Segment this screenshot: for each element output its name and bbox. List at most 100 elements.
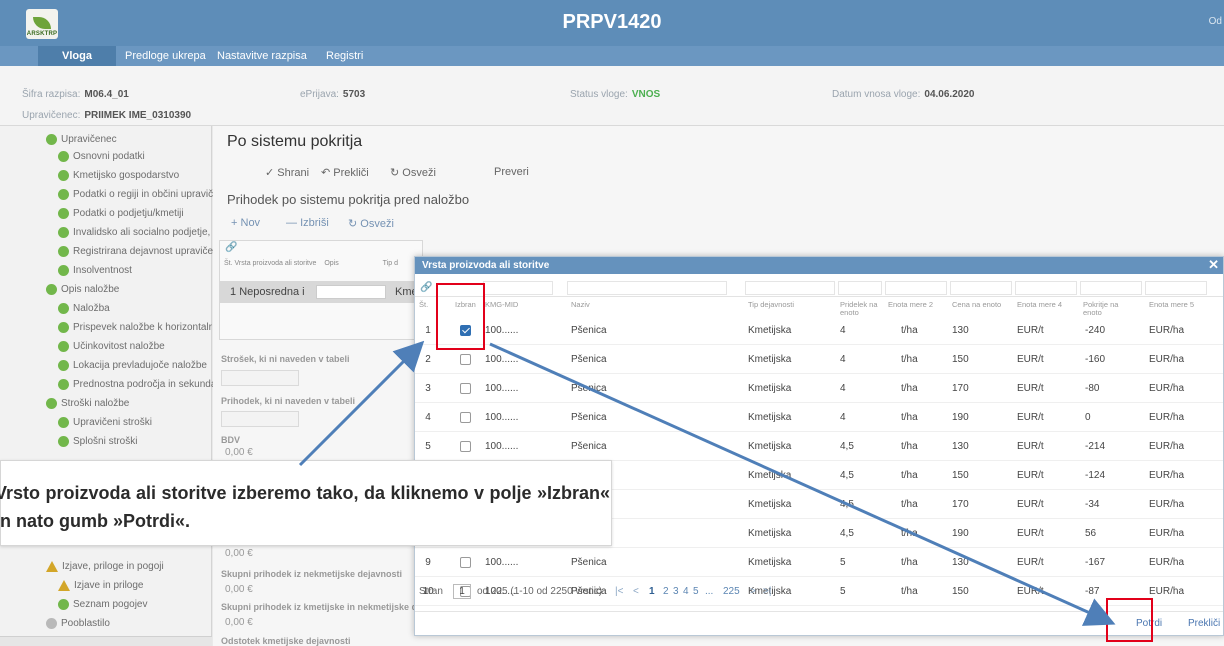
filter-enota2-input[interactable] (885, 281, 947, 295)
close-icon[interactable]: ✕ (1208, 257, 1219, 273)
col-header-enota4[interactable]: Enota mere 4 (1017, 301, 1062, 309)
page-link-3[interactable]: 3 (673, 586, 679, 597)
grid-opis-field[interactable] (316, 285, 386, 299)
check-icon: ✓ (265, 167, 275, 179)
skupni-kmet-label: Skupni prihodek iz kmetijske in nekmetij… (221, 602, 418, 612)
header-user-link[interactable]: Od (1209, 16, 1222, 27)
col-header-enota2[interactable]: Enota mere 2 (888, 301, 933, 309)
col-header-cena[interactable]: Cena na enoto (952, 301, 1001, 309)
tab-nastavitve-razpisa[interactable]: Nastavitve razpisa (207, 46, 317, 66)
page-input[interactable]: 1 (453, 584, 471, 599)
table-row[interactable]: 2 100...... Pšenica Kmetijska 4 t/ha 150 EUR/t -… (415, 346, 1223, 374)
col-header-tip[interactable]: Tip dejavnosti (748, 301, 794, 309)
sidebar-item-pooblastilo[interactable]: Pooblastilo (46, 618, 110, 629)
sidebar-item-insolventnost[interactable]: Insolventnost (58, 265, 132, 276)
strosek-input[interactable] (221, 370, 299, 386)
enota5-cell: EUR/ha (1149, 412, 1185, 423)
sidebar-item-prispevek-nalozbe[interactable]: Prispevek naložbe k horizontalr (58, 322, 212, 333)
new-button[interactable]: + Nov (231, 217, 260, 229)
izbran-checkbox[interactable] (460, 441, 471, 452)
tip-cell: Kmetijska (748, 470, 792, 481)
sidebar-item-podjetje-kmetija[interactable]: Podatki o podjetju/kmetiji (58, 208, 184, 219)
skupni-kmet-value: 0,00 € (225, 617, 253, 628)
last-page-icon[interactable]: >| (763, 586, 771, 597)
next-page-icon[interactable]: > (750, 586, 756, 597)
page-link-1[interactable]: 1 (649, 586, 655, 597)
refresh-icon: ↻ (390, 167, 400, 179)
table-row[interactable]: 1 Neposredna i Kme (220, 281, 424, 303)
page-ellipsis: ... (705, 586, 714, 597)
filter-naziv-input[interactable] (567, 281, 727, 295)
app-title: PRPV1420 (562, 11, 662, 33)
sidebar-item-nalozba[interactable]: Naložba (58, 303, 110, 314)
col-header-naziv[interactable]: Naziv (571, 301, 590, 309)
page-link-last[interactable]: 225 (723, 586, 740, 597)
main-nav: Vloga Predloge ukrepa Nastavitve razpisa… (0, 46, 1224, 66)
delete-button[interactable]: — Izbriši (286, 217, 329, 229)
sidebar-item-kmetijsko-gospodarstvo[interactable]: Kmetijsko gospodarstvo (58, 170, 179, 181)
table-row[interactable]: 9 100...... Pšenica Kmetijska 5 t/ha 130 EUR/t -… (415, 549, 1223, 577)
sidebar-item-izjave-priloge[interactable]: Izjave in priloge (58, 580, 143, 591)
sidebar-item-upravicenec[interactable]: Upravičenec (46, 134, 117, 145)
sidebar-item-upraviceni-stroski[interactable]: Upravičeni stroški (58, 417, 152, 428)
filter-tip-input[interactable] (745, 281, 835, 295)
enota2-cell: t/ha (901, 557, 918, 568)
col-header-kmg[interactable]: KMG-MID (485, 301, 518, 309)
izbran-checkbox[interactable] (460, 383, 471, 394)
enota5-cell: EUR/ha (1149, 499, 1185, 510)
table-row[interactable]: 1 100...... Pšenica Kmetijska 4 t/ha 130 EUR/t -… (415, 317, 1223, 345)
filter-row: 🔗 (415, 279, 1223, 297)
page-link-4[interactable]: 4 (683, 586, 689, 597)
first-page-icon[interactable]: |< (615, 586, 623, 597)
enota4-cell: EUR/t (1017, 470, 1044, 481)
sidebar-item-prednostna-podrocja[interactable]: Prednostna področja in sekunda (58, 379, 216, 390)
check-button[interactable]: Preveri (494, 166, 529, 178)
sidebar-item-izjave-priloge-pogoji[interactable]: Izjave, priloge in pogoji (46, 561, 164, 572)
sidebar-item-opis-nalozbe[interactable]: Opis naložbe (46, 284, 119, 295)
sidebar-item-registrirana-dejavnost[interactable]: Registrirana dejavnost upraviče (58, 246, 213, 257)
table-row[interactable]: 3 100...... Pšenica Kmetijska 4 t/ha 170 EUR/t -… (415, 375, 1223, 403)
sidebar-item-regija-obcina[interactable]: Podatki o regiji in občini upravič (58, 189, 213, 200)
sidebar-item-osnovni-podatki[interactable]: Osnovni podatki (58, 151, 145, 162)
prev-page-icon[interactable]: < (633, 586, 639, 597)
application-info-bar: Šifra razpisa: M06.4_01 ePrijava: 5703 Sta… (0, 66, 1224, 126)
col-header-pridelek[interactable]: Pridelek na enoto (840, 301, 882, 317)
cancel-button[interactable]: ↶ Prekliči (321, 166, 369, 179)
filter-cena-input[interactable] (950, 281, 1012, 295)
page-link-2[interactable]: 2 (663, 586, 669, 597)
izbran-checkbox[interactable] (460, 412, 471, 423)
table-row[interactable]: 4 100...... Pšenica Kmetijska 4 t/ha 190 EUR/t 0… (415, 404, 1223, 432)
filter-pridelek-input[interactable] (838, 281, 882, 295)
pokritje-cell: -160 (1085, 354, 1106, 365)
cena-cell: 150 (952, 470, 969, 481)
page-link-5[interactable]: 5 (693, 586, 699, 597)
pokritje-cell: 56 (1085, 528, 1097, 539)
sidebar-scrollbar[interactable] (0, 636, 212, 646)
tab-registri[interactable]: Registri (316, 46, 373, 66)
izbran-checkbox[interactable] (460, 557, 471, 568)
refresh-button[interactable]: ↻ Osveži (390, 166, 436, 179)
sidebar-item-splosni-stroski[interactable]: Splošni stroški (58, 436, 137, 447)
tab-vloga[interactable]: Vloga (38, 46, 116, 66)
pridelek-cell: 4 (840, 383, 846, 394)
col-header-pokritje[interactable]: Pokritje na enoto (1083, 301, 1127, 317)
izbran-checkbox[interactable] (460, 354, 471, 365)
prihodek-input[interactable] (221, 411, 299, 427)
sidebar-item-ucinkovitost[interactable]: Učinkovitost naložbe (58, 341, 165, 352)
filter-enota4-input[interactable] (1015, 281, 1077, 295)
table-row[interactable]: 5 100...... Pšenica Kmetijska 4,5 t/ha 130 EUR/… (415, 433, 1223, 461)
undo-icon: ↶ (321, 167, 331, 179)
filter-enota5-input[interactable] (1145, 281, 1207, 295)
sidebar-item-stroski-nalozbe[interactable]: Stroški naložbe (46, 398, 129, 409)
pokritje-cell: -124 (1085, 470, 1106, 481)
save-button[interactable]: ✓ Shrani (265, 166, 309, 179)
filter-pokritje-input[interactable] (1080, 281, 1142, 295)
sidebar-item-invalidsko-podjetje[interactable]: Invalidsko ali socialno podjetje, (58, 227, 210, 238)
grid-refresh-button[interactable]: ↻ Osveži (348, 217, 394, 230)
sidebar-item-seznam-pogojev[interactable]: Seznam pogojev (58, 599, 148, 610)
sidebar-item-lokacija[interactable]: Lokacija prevladujoče naložbe (58, 360, 207, 371)
cancel-dialog-button[interactable]: Prekliči (1188, 618, 1220, 629)
filter-kmg-input[interactable] (483, 281, 553, 295)
col-header-enota5[interactable]: Enota mere 5 (1149, 301, 1194, 309)
tab-predloge-ukrepa[interactable]: Predloge ukrepa (115, 46, 216, 66)
